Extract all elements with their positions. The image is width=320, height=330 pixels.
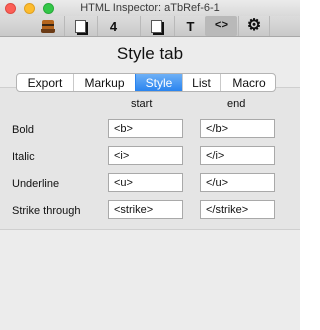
italic-end-field[interactable] bbox=[200, 146, 275, 165]
bold-label: Bold bbox=[12, 124, 35, 136]
underline-label: Underline bbox=[12, 178, 60, 190]
gear-icon: ⚙ bbox=[246, 17, 262, 34]
page-icon bbox=[75, 19, 86, 33]
html-inspector-window: HTML Inspector: aTbRef-6-1 4 T <> ⚙ Styl… bbox=[0, 0, 300, 330]
toolbar-text-button[interactable]: T bbox=[174, 16, 206, 36]
text-icon: T bbox=[186, 18, 195, 34]
tab-export[interactable]: Export bbox=[17, 74, 73, 91]
panel-title: Style tab bbox=[116, 44, 184, 63]
italic-label: Italic bbox=[12, 151, 35, 163]
strike-through-label: Strike through bbox=[12, 205, 81, 217]
toolbar-page-button-2[interactable] bbox=[140, 16, 172, 36]
tab-bar: Export Markup Style List Macro bbox=[16, 73, 276, 92]
page-count-icon: 4 bbox=[109, 18, 118, 34]
underline-start-field[interactable] bbox=[108, 173, 183, 192]
zoom-button[interactable] bbox=[43, 3, 54, 14]
bold-start-field[interactable] bbox=[108, 119, 183, 138]
end-column-header: end bbox=[227, 98, 246, 110]
toolbar-settings-button[interactable]: ⚙ bbox=[238, 16, 270, 36]
start-column-header: start bbox=[131, 98, 153, 110]
strike-through-start-field[interactable] bbox=[108, 200, 183, 219]
underline-end-field[interactable] bbox=[200, 173, 275, 192]
tab-macro[interactable]: Macro bbox=[220, 74, 275, 91]
toolbar-code-button[interactable]: <> bbox=[205, 16, 237, 36]
minimize-button[interactable] bbox=[24, 3, 35, 14]
page-icon bbox=[151, 19, 162, 33]
toolbar: 4 T <> ⚙ bbox=[0, 16, 300, 37]
toolbar-page-button[interactable] bbox=[64, 16, 96, 36]
strike-through-end-field[interactable] bbox=[200, 200, 275, 219]
tab-style[interactable]: Style bbox=[135, 74, 182, 91]
title-bar[interactable]: HTML Inspector: aTbRef-6-1 bbox=[0, 0, 300, 16]
toolbar-page-count-button[interactable]: 4 bbox=[97, 16, 129, 36]
toolbar-book-button[interactable] bbox=[32, 16, 64, 36]
bold-end-field[interactable] bbox=[200, 119, 275, 138]
tab-list[interactable]: List bbox=[182, 74, 220, 91]
italic-start-field[interactable] bbox=[108, 146, 183, 165]
close-button[interactable] bbox=[5, 3, 16, 14]
code-icon: <> bbox=[214, 20, 229, 32]
tab-markup[interactable]: Markup bbox=[73, 74, 135, 91]
book-icon bbox=[41, 19, 55, 33]
